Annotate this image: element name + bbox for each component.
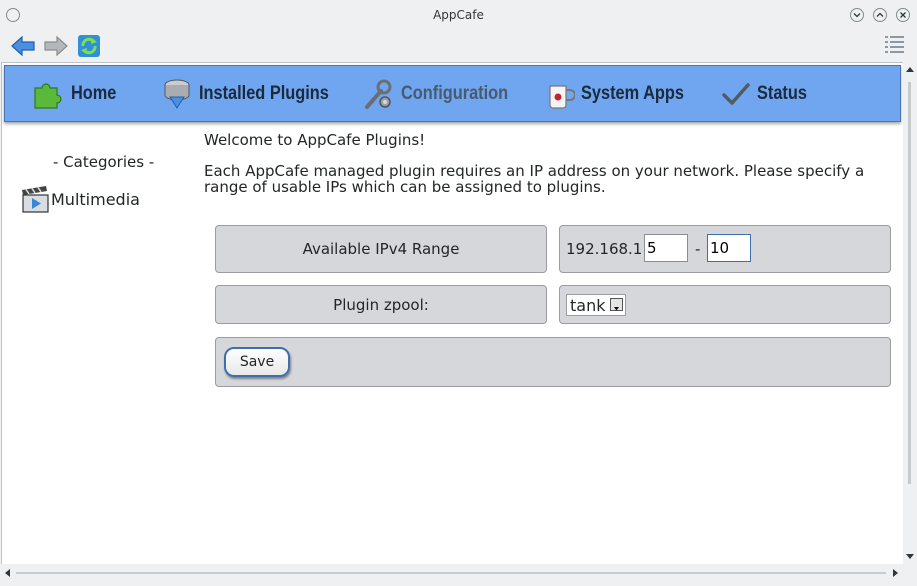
nav-configuration[interactable]: Configuration <box>361 76 526 112</box>
nav-bar: Home Installed Plugins Configuration Sys… <box>4 65 901 122</box>
toolbar <box>0 29 917 62</box>
back-arrow-icon <box>11 35 35 57</box>
zpool-selected-value: tank <box>570 296 606 315</box>
scroll-right-icon <box>893 569 898 577</box>
nav-status-label: Status <box>757 83 807 104</box>
back-button[interactable] <box>9 32 37 60</box>
categories-heading: - Categories - <box>53 153 155 171</box>
forward-arrow-icon <box>44 35 68 57</box>
zpool-label-box: Plugin zpool: <box>215 285 547 324</box>
title-bar: AppCafe <box>0 0 917 29</box>
nav-system-apps[interactable]: System Apps <box>545 76 701 112</box>
dropdown-arrow-icon <box>610 298 623 311</box>
nav-home[interactable]: Home <box>31 76 124 112</box>
nav-installed-plugins[interactable]: Installed Plugins <box>161 76 350 112</box>
scroll-up-icon <box>906 67 914 72</box>
refresh-icon <box>78 35 100 57</box>
chevron-down-icon <box>853 13 861 18</box>
maximize-button[interactable] <box>873 8 887 22</box>
nav-installed-plugins-label: Installed Plugins <box>199 83 329 104</box>
checkmark-icon <box>722 83 750 105</box>
ip-separator: - <box>695 240 701 258</box>
scroll-corner <box>903 564 917 582</box>
ip-end-input[interactable] <box>707 234 751 262</box>
window-title: AppCafe <box>433 8 484 22</box>
close-icon <box>900 12 906 18</box>
zpool-select-box: tank <box>559 285 891 324</box>
hscroll-track <box>16 572 886 574</box>
scroll-down-icon <box>906 554 914 559</box>
save-box: Save <box>215 337 891 387</box>
menu-button[interactable] <box>882 32 910 60</box>
nav-system-apps-label: System Apps <box>581 83 684 104</box>
category-multimedia-label: Multimedia <box>51 189 140 209</box>
scroll-left-icon <box>5 569 10 577</box>
chevron-up-icon <box>876 12 884 17</box>
zpool-label: Plugin zpool: <box>333 295 429 314</box>
zpool-select[interactable]: tank <box>566 294 626 316</box>
save-button[interactable]: Save <box>224 347 290 377</box>
installed-drive-icon <box>164 79 190 109</box>
ip-range-label-box: Available IPv4 Range <box>215 225 547 273</box>
close-button[interactable] <box>896 8 910 22</box>
minimize-button[interactable] <box>850 8 864 22</box>
vertical-scrollbar[interactable] <box>903 62 917 564</box>
puzzle-piece-icon <box>34 83 62 109</box>
welcome-text: Welcome to AppCafe Plugins! <box>204 131 426 149</box>
refresh-button[interactable] <box>75 32 103 60</box>
nav-status[interactable]: Status <box>721 76 815 112</box>
scroll-thumb <box>908 82 911 484</box>
category-multimedia[interactable]: Multimedia <box>20 183 140 215</box>
hamburger-menu-icon <box>885 36 904 53</box>
horizontal-scrollbar[interactable] <box>0 564 903 582</box>
content-view: Home Installed Plugins Configuration Sys… <box>1 62 905 566</box>
description-text: Each AppCafe managed plugin requires an … <box>204 162 865 196</box>
ip-prefix: 192.168.1. <box>566 240 648 258</box>
ip-start-input[interactable] <box>644 234 688 262</box>
ip-range-input-box: 192.168.1. - <box>559 225 891 273</box>
ip-range-label: Available IPv4 Range <box>302 240 460 258</box>
nav-configuration-label: Configuration <box>401 83 509 104</box>
clapperboard-play-icon <box>22 186 49 213</box>
mug-icon <box>549 85 575 109</box>
nav-home-label: Home <box>71 83 117 104</box>
wrench-gear-icon <box>365 79 392 109</box>
forward-button[interactable] <box>42 32 70 60</box>
